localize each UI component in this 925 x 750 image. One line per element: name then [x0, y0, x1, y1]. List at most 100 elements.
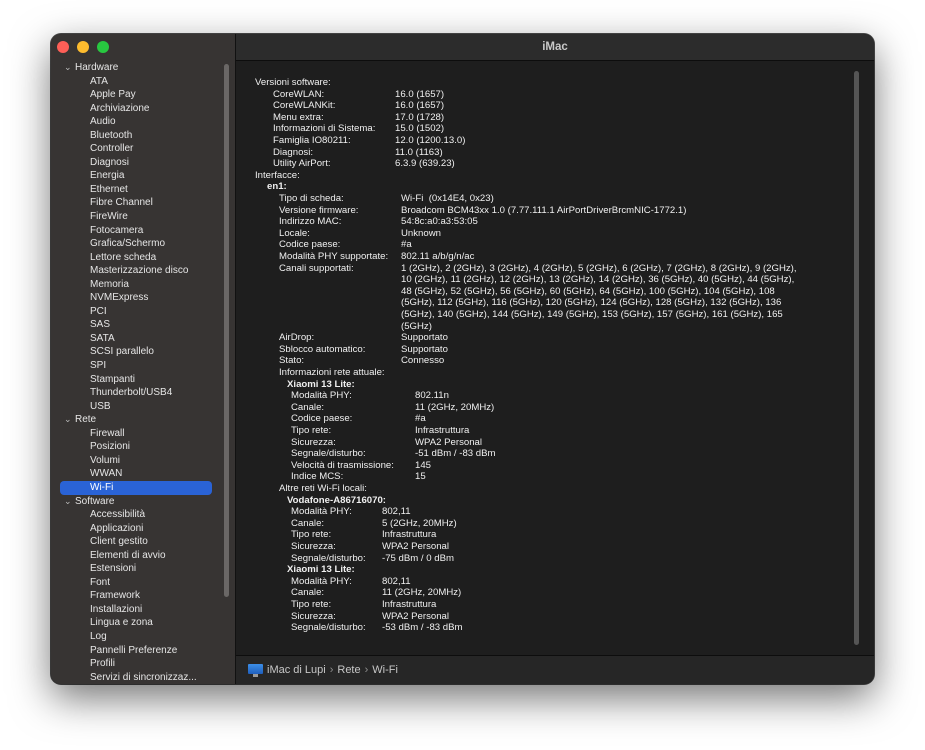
sidebar-group[interactable]: ⌄ Rete — [51, 413, 235, 427]
path-segment-computer[interactable]: iMac di Lupi — [267, 664, 326, 676]
sidebar-item[interactable]: Audio — [51, 115, 235, 129]
detail-label: Versioni software: — [255, 77, 331, 88]
detail-label: Vodafone-A86716070: — [287, 494, 386, 506]
detail-label: Versione firmware: — [279, 204, 359, 216]
sidebar-item-label: Installazioni — [90, 603, 143, 615]
sidebar-item[interactable]: Archiviazione — [51, 102, 235, 116]
sidebar-item[interactable]: Memoria — [51, 278, 235, 292]
disclosure-chevron-icon[interactable]: ⌄ — [64, 413, 72, 427]
detail-label: Xiaomi 13 Lite: — [287, 378, 355, 390]
sidebar-item[interactable]: USB — [51, 400, 235, 414]
sidebar-item[interactable]: Lettore scheda — [51, 251, 235, 265]
system-information-window: ⌄ Hardware ATA Apple Pay Archiviazione Audio B… — [51, 34, 874, 684]
sidebar-item[interactable]: Wi-Fi — [60, 480, 212, 495]
minimize-button[interactable] — [77, 41, 89, 53]
sidebar-item[interactable]: Stampanti — [51, 373, 235, 387]
sidebar-item[interactable]: Controller — [51, 142, 235, 156]
sidebar-item[interactable]: Bluetooth — [51, 129, 235, 143]
sidebar-item[interactable]: Thunderbolt/USB4 — [51, 386, 235, 400]
detail-label: Tipo rete: — [291, 425, 332, 436]
detail-label: Segnale/disturbo: — [291, 448, 366, 460]
detail-value: 16.0 (1657) — [395, 100, 445, 112]
sidebar-item-label: Fotocamera — [90, 224, 144, 236]
sidebar-item-label: Log — [90, 630, 107, 642]
sidebar-item-label: USB — [90, 400, 111, 412]
sidebar-item[interactable]: Installazioni — [51, 603, 235, 617]
imac-icon — [248, 664, 263, 677]
sidebar-item[interactable]: SCSI parallelo — [51, 345, 235, 359]
sidebar-group[interactable]: ⌄ Hardware — [51, 61, 235, 75]
sidebar-item-label: ATA — [90, 75, 108, 87]
sidebar-item[interactable]: Ethernet — [51, 183, 235, 197]
sidebar-item[interactable]: Applicazioni — [51, 522, 235, 536]
sidebar-item-label: Servizi di sincronizzaz... — [90, 671, 197, 683]
detail-label: Codice paese: — [279, 239, 341, 251]
sidebar-item-label: Wi-Fi — [90, 481, 114, 493]
sidebar-item[interactable]: Pannelli Preferenze — [51, 644, 235, 658]
sidebar-item[interactable]: Posizioni — [51, 440, 235, 454]
sidebar-item[interactable]: FireWire — [51, 210, 235, 224]
sidebar-item[interactable]: Firewall — [51, 427, 235, 441]
detail-value: 802,11 — [382, 506, 411, 518]
disclosure-chevron-icon[interactable]: ⌄ — [64, 61, 72, 75]
window-title: iMac — [236, 34, 874, 61]
detail-label: Modalità PHY: — [291, 575, 352, 587]
sidebar-item[interactable]: Framework — [51, 589, 235, 603]
detail-scrollbar[interactable] — [854, 71, 859, 645]
detail-label: Canale: — [291, 401, 325, 413]
sidebar-item[interactable]: Profili — [51, 657, 235, 671]
sidebar-item-label: Energia — [90, 170, 125, 182]
sidebar-group[interactable]: ⌄ Software — [51, 495, 235, 509]
sidebar-item[interactable]: Energia — [51, 169, 235, 183]
detail-label: Canale: — [291, 517, 325, 529]
sidebar-item[interactable]: Log — [51, 630, 235, 644]
sidebar-item[interactable]: SAS — [51, 318, 235, 332]
sidebar-item-label: Ethernet — [90, 183, 128, 195]
sidebar-item[interactable]: Servizi di sincronizzaz... — [51, 671, 235, 684]
sidebar-item[interactable]: SPI — [51, 359, 235, 373]
sidebar-item[interactable]: Diagnosi — [51, 156, 235, 170]
detail-label: Segnale/disturbo: — [291, 552, 366, 564]
sidebar-item-label: Lettore scheda — [90, 251, 157, 263]
sidebar-item-label: Volumi — [90, 454, 121, 466]
detail-value: 802.11 a/b/g/n/ac — [401, 251, 475, 262]
sidebar-item-label: SAS — [90, 319, 111, 331]
sidebar-item[interactable]: Font — [51, 576, 235, 590]
detail-value: (5GHz), 140 (5GHz), 144 (5GHz), 149 (5GH… — [401, 309, 783, 320]
sidebar-item[interactable]: Volumi — [51, 454, 235, 468]
detail-label: Velocità di trasmissione: — [291, 459, 394, 471]
disclosure-chevron-icon[interactable]: ⌄ — [64, 495, 72, 509]
sidebar-item[interactable]: Fotocamera — [51, 224, 235, 238]
detail-label: Codice paese: — [291, 413, 353, 425]
sidebar-item[interactable]: SATA — [51, 332, 235, 346]
sidebar-item[interactable]: Masterizzazione disco — [51, 264, 235, 278]
sidebar-scrollbar[interactable] — [224, 64, 229, 597]
detail-value: 802,11 — [382, 575, 411, 587]
sidebar-item-label: Elementi di avvio — [90, 549, 166, 561]
sidebar-item[interactable]: WWAN — [51, 467, 235, 481]
sidebar-item[interactable]: Accessibilità — [51, 508, 235, 522]
sidebar-item-label: Memoria — [90, 278, 129, 290]
path-segment-wifi[interactable]: Wi-Fi — [372, 664, 398, 676]
sidebar-item[interactable]: Grafica/Schermo — [51, 237, 235, 251]
sidebar-item[interactable]: Estensioni — [51, 562, 235, 576]
detail-value: WPA2 Personal — [382, 610, 450, 622]
sidebar-item[interactable]: NVMExpress — [51, 291, 235, 305]
detail-label: Stato: — [279, 355, 305, 367]
sidebar-item[interactable]: Elementi di avvio — [51, 549, 235, 563]
path-segment-rete[interactable]: Rete — [337, 664, 360, 676]
sidebar-item-label: Apple Pay — [90, 89, 136, 101]
zoom-button[interactable] — [97, 41, 109, 53]
sidebar-item[interactable]: Fibre Channel — [51, 196, 235, 210]
sidebar-item[interactable]: Apple Pay — [51, 88, 235, 102]
wifi-details: Versioni software: CoreWLAN: 16.0 (1657) Co… — [236, 61, 874, 656]
sidebar-item-label: Archiviazione — [90, 102, 150, 114]
sidebar-item[interactable]: PCI — [51, 305, 235, 319]
sidebar-item[interactable]: Client gestito — [51, 535, 235, 549]
close-button[interactable] — [57, 41, 69, 53]
sidebar-item[interactable]: Lingua e zona — [51, 616, 235, 630]
sidebar-list: ⌄ Hardware ATA Apple Pay Archiviazione Audio B… — [51, 61, 235, 684]
detail-value: Unknown — [401, 227, 441, 239]
detail-label: Modalità PHY: — [291, 506, 352, 518]
sidebar-item[interactable]: ATA — [51, 75, 235, 89]
